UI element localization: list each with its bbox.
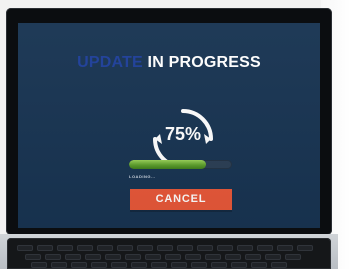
key <box>191 262 207 268</box>
key <box>277 245 293 251</box>
keyboard-row <box>25 254 301 260</box>
key <box>45 254 61 260</box>
key <box>177 245 193 251</box>
title-suffix: IN PROGRESS <box>142 54 261 71</box>
cancel-button[interactable]: CANCEL <box>130 189 232 210</box>
key <box>297 245 313 251</box>
key <box>151 262 167 268</box>
loading-label: LOADING... <box>129 174 156 179</box>
key <box>97 245 113 251</box>
progress-percent: 75% <box>164 124 202 144</box>
key <box>145 254 161 260</box>
key <box>165 254 181 260</box>
key <box>125 254 141 260</box>
title-prefix: UPDATE <box>77 54 143 71</box>
key <box>105 254 121 260</box>
key <box>91 262 107 268</box>
key <box>245 254 261 260</box>
key <box>265 254 281 260</box>
key <box>31 262 47 268</box>
key <box>257 245 273 251</box>
key <box>171 262 187 268</box>
screen: UPDATE IN PROGRESS 75% LOADING... CANCEL <box>18 23 320 228</box>
laptop: UPDATE IN PROGRESS 75% LOADING... CANCEL <box>0 0 338 269</box>
progress-bar <box>129 160 232 169</box>
key <box>137 245 153 251</box>
key <box>57 245 73 251</box>
key <box>65 254 81 260</box>
key <box>37 245 53 251</box>
key <box>71 262 87 268</box>
key <box>117 245 133 251</box>
key <box>217 245 233 251</box>
key <box>271 262 287 268</box>
key <box>185 254 201 260</box>
key <box>237 245 253 251</box>
key <box>157 245 173 251</box>
key <box>131 262 147 268</box>
key <box>225 254 241 260</box>
page-title: UPDATE IN PROGRESS <box>18 54 320 72</box>
keyboard-row <box>31 262 287 268</box>
key <box>211 262 227 268</box>
key <box>231 262 247 268</box>
keyboard-row <box>17 245 313 251</box>
keyboard <box>7 238 331 269</box>
key <box>205 254 221 260</box>
key <box>111 262 127 268</box>
key <box>17 245 33 251</box>
key <box>285 254 301 260</box>
key <box>85 254 101 260</box>
progress-bar-fill <box>129 160 207 169</box>
key <box>197 245 213 251</box>
key <box>51 262 67 268</box>
key <box>25 254 41 260</box>
key <box>251 262 267 268</box>
key <box>77 245 93 251</box>
